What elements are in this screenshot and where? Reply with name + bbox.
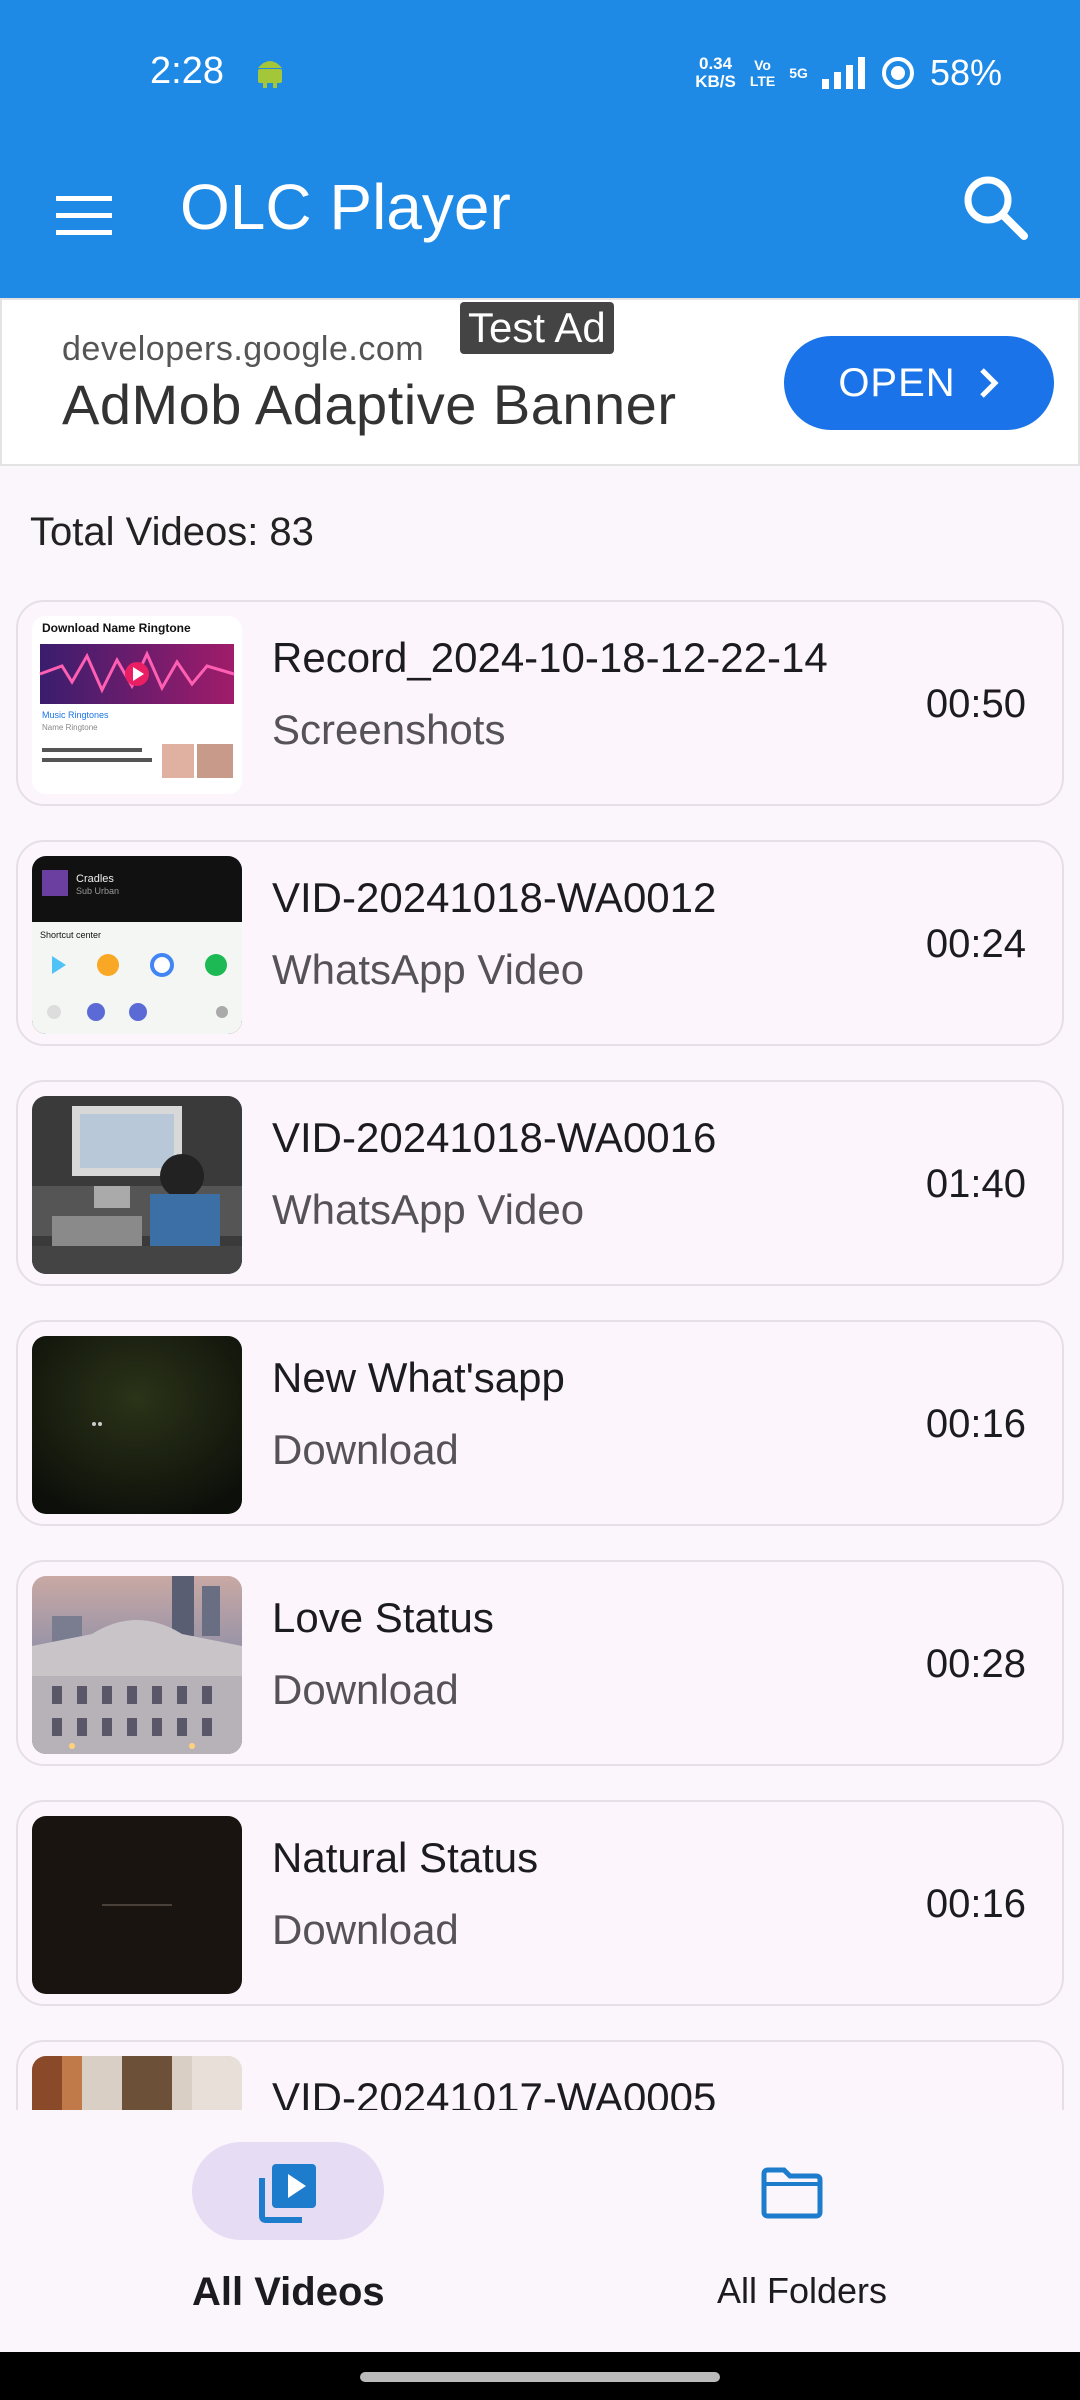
ad-open-button[interactable]: OPEN xyxy=(784,336,1054,430)
video-folder: WhatsApp Video xyxy=(272,946,585,993)
video-duration: 00:16 xyxy=(925,1402,1026,1446)
bottom-navigation: All Videos All Folders xyxy=(0,2110,1080,2352)
video-item[interactable]: VID-20241018-WA0016 WhatsApp Video 01:40 xyxy=(16,1080,1064,1286)
thumb-song-text: Cradles xyxy=(76,873,114,885)
thumb-header-text: Download Name Ringtone xyxy=(42,621,191,635)
video-duration: 01:40 xyxy=(925,1162,1026,1206)
gesture-navigation-bar xyxy=(0,2352,1080,2400)
video-folder: Download xyxy=(272,1906,459,1953)
thumb-artist-text: Sub Urban xyxy=(76,886,119,896)
nav-all-folders[interactable]: All Folders xyxy=(540,2110,1080,2352)
video-thumbnail: Cradles Sub Urban Shortcut center xyxy=(32,856,242,1034)
video-folder: WhatsApp Video xyxy=(272,1186,585,1233)
video-item[interactable]: Love Status Download 00:28 xyxy=(16,1560,1064,1766)
thumb-panel-text: Shortcut center xyxy=(40,930,101,940)
video-title: VID-20241018-WA0012 xyxy=(272,874,717,921)
signal-icon xyxy=(821,57,865,89)
total-videos-count: Total Videos: 83 xyxy=(30,510,314,554)
status-indicators: 0.34 KB/S Vo LTE 5G 58% xyxy=(695,52,1002,94)
video-folder: Screenshots xyxy=(272,706,506,753)
nav-label-all-videos: All Videos xyxy=(192,2270,385,2314)
video-title: VID-20241017-WA0005 xyxy=(272,2074,717,2110)
folder-icon xyxy=(761,2167,823,2219)
video-duration: 00:24 xyxy=(925,922,1026,966)
video-library-icon xyxy=(259,2164,316,2223)
status-time: 2:28 xyxy=(150,50,224,92)
search-icon[interactable] xyxy=(956,168,1036,248)
video-duration: 00:50 xyxy=(925,682,1026,726)
ad-title: AdMob Adaptive Banner xyxy=(62,373,677,436)
app-bar: OLC Player xyxy=(0,150,1080,298)
android-icon xyxy=(258,61,282,88)
battery-ring-icon xyxy=(881,57,914,89)
thumb-line2: Name Ringtone xyxy=(42,723,98,732)
video-folder: Download xyxy=(272,1426,459,1473)
video-folder: Download xyxy=(272,1666,459,1713)
video-duration: 00:28 xyxy=(925,1642,1026,1686)
volte-indicator: Vo LTE xyxy=(749,57,776,89)
video-title: New What'sapp xyxy=(272,1354,565,1401)
video-thumbnail xyxy=(32,1816,242,1994)
video-item[interactable]: Download Name Ringtone Music Ringtones N… xyxy=(16,600,1064,806)
nav-all-videos[interactable]: All Videos xyxy=(0,2110,540,2352)
test-ad-badge: Test Ad xyxy=(460,302,614,354)
app-title: OLC Player xyxy=(180,171,511,243)
video-thumbnail xyxy=(32,2056,242,2110)
video-thumbnail: Download Name Ringtone Music Ringtones N… xyxy=(32,616,242,794)
network-indicator: 5G xyxy=(789,65,808,81)
video-thumbnail xyxy=(32,1336,242,1514)
video-title: Record_2024-10-18-12-22-14 xyxy=(272,634,828,681)
video-title: VID-20241018-WA0016 xyxy=(272,1114,717,1161)
menu-icon[interactable] xyxy=(54,186,114,246)
battery-percent: 58% xyxy=(929,52,1002,93)
status-bar: 2:28 0.34 KB/S Vo LTE 5G 58% xyxy=(0,0,1080,150)
video-item[interactable]: New What'sapp Download 00:16 xyxy=(16,1320,1064,1526)
video-title: Natural Status xyxy=(272,1834,539,1881)
video-thumbnail xyxy=(32,1576,242,1754)
ad-banner[interactable]: developers.google.com Test Ad AdMob Adap… xyxy=(0,298,1080,466)
chevron-right-icon xyxy=(979,368,999,398)
video-item[interactable]: Natural Status Download 00:16 xyxy=(16,1800,1064,2006)
thumb-line1: Music Ringtones xyxy=(42,710,109,720)
video-thumbnail xyxy=(32,1096,242,1274)
video-list[interactable]: Download Name Ringtone Music Ringtones N… xyxy=(0,590,1080,2110)
video-duration: 00:16 xyxy=(925,1882,1026,1926)
net-speed: 0.34 KB/S xyxy=(695,54,736,91)
video-item[interactable]: VID-20241017-WA0005 xyxy=(16,2040,1064,2110)
ad-domain: developers.google.com xyxy=(62,330,425,368)
video-item[interactable]: Cradles Sub Urban Shortcut center VID-20… xyxy=(16,840,1064,1046)
nav-label-all-folders: All Folders xyxy=(716,2270,888,2311)
video-title: Love Status xyxy=(272,1594,494,1641)
gesture-handle[interactable] xyxy=(360,2372,720,2382)
